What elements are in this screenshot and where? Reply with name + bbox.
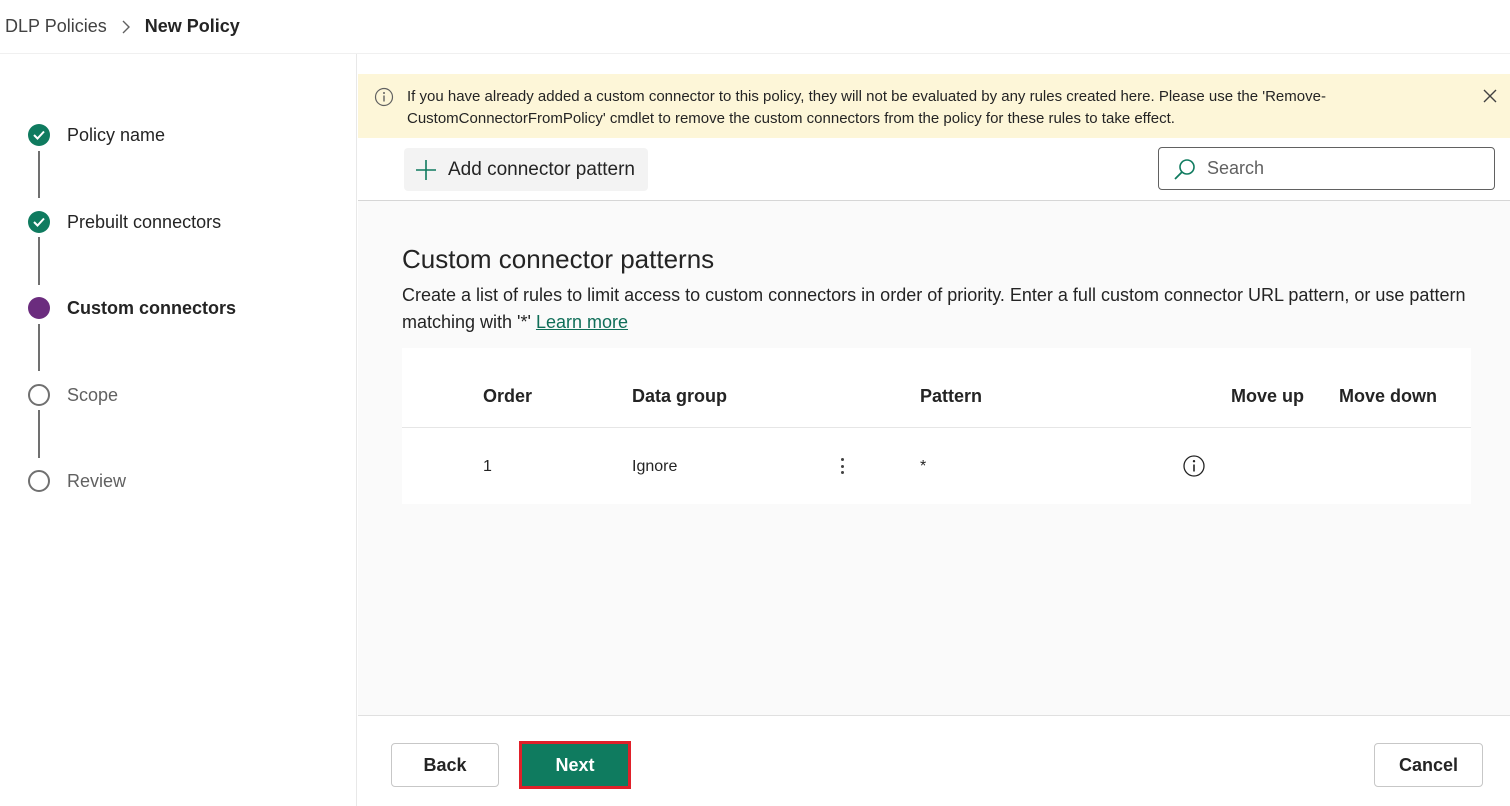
- column-header-order[interactable]: Order: [483, 386, 532, 407]
- table-row[interactable]: 1 Ignore *: [402, 428, 1471, 504]
- column-header-move-up[interactable]: Move up: [1231, 386, 1304, 407]
- plus-icon: [414, 158, 438, 182]
- cancel-button[interactable]: Cancel: [1374, 743, 1483, 787]
- pending-step-icon: [28, 470, 50, 492]
- toolbar: Add connector pattern: [358, 138, 1510, 201]
- step-label: Policy name: [67, 124, 166, 145]
- step-label: Prebuilt connectors: [67, 211, 222, 232]
- column-header-move-down[interactable]: Move down: [1339, 386, 1437, 407]
- column-header-data-group[interactable]: Data group: [632, 386, 727, 407]
- step-scope[interactable]: Scope: [28, 383, 118, 407]
- search-input[interactable]: [1207, 158, 1487, 179]
- search-icon: [1173, 157, 1197, 181]
- breadcrumb-current: New Policy: [144, 16, 240, 36]
- step-label: Custom connectors: [67, 297, 237, 318]
- step-prebuilt-connectors[interactable]: Prebuilt connectors: [28, 210, 221, 234]
- step-review[interactable]: Review: [28, 469, 126, 493]
- info-icon[interactable]: [1182, 454, 1206, 478]
- add-connector-pattern-label: Add connector pattern: [448, 158, 635, 180]
- step-custom-connectors[interactable]: Custom connectors: [28, 296, 236, 320]
- info-icon: [374, 87, 394, 107]
- checkmark-icon: [28, 124, 50, 146]
- header: DLP Policies New Policy: [0, 0, 1510, 54]
- step-connector-line: [38, 151, 40, 198]
- checkmark-icon: [28, 211, 50, 233]
- chevron-right-icon: [119, 20, 133, 34]
- column-header-pattern[interactable]: Pattern: [920, 386, 982, 407]
- current-step-icon: [28, 297, 50, 319]
- next-button[interactable]: Next: [519, 741, 631, 789]
- banner-message: If you have already added a custom conne…: [407, 88, 1326, 127]
- search-box[interactable]: [1158, 147, 1495, 190]
- step-label: Review: [67, 470, 127, 491]
- patterns-table: Order Data group Pattern Move up Move do…: [402, 348, 1471, 504]
- more-options-icon[interactable]: [834, 456, 850, 476]
- main-panel: If you have already added a custom conne…: [358, 74, 1510, 806]
- section-title: Custom connector patterns: [402, 244, 715, 274]
- warning-banner: If you have already added a custom conne…: [358, 74, 1510, 138]
- section-description: Create a list of rules to limit access t…: [402, 282, 1482, 336]
- content-area: Custom connector patterns Create a list …: [358, 201, 1510, 715]
- table-header: Order Data group Pattern Move up Move do…: [402, 348, 1471, 428]
- back-button[interactable]: Back: [391, 743, 499, 787]
- step-connector-line: [38, 237, 40, 285]
- cell-data-group: Ignore: [632, 458, 678, 475]
- step-label: Scope: [67, 384, 119, 405]
- cell-order: 1: [483, 458, 492, 475]
- step-connector-line: [38, 324, 40, 371]
- wizard-footer: Back Next Cancel: [358, 715, 1510, 806]
- cell-pattern: *: [920, 458, 927, 475]
- step-policy-name[interactable]: Policy name: [28, 123, 165, 147]
- learn-more-link[interactable]: Learn more: [536, 312, 628, 332]
- add-connector-pattern-button[interactable]: Add connector pattern: [404, 148, 648, 191]
- step-connector-line: [38, 410, 40, 458]
- wizard-stepper: Policy name Prebuilt connectors Custom c…: [0, 54, 357, 806]
- close-icon[interactable]: [1480, 86, 1500, 106]
- breadcrumb-dlp-policies[interactable]: DLP Policies: [5, 16, 107, 37]
- pending-step-icon: [28, 384, 50, 406]
